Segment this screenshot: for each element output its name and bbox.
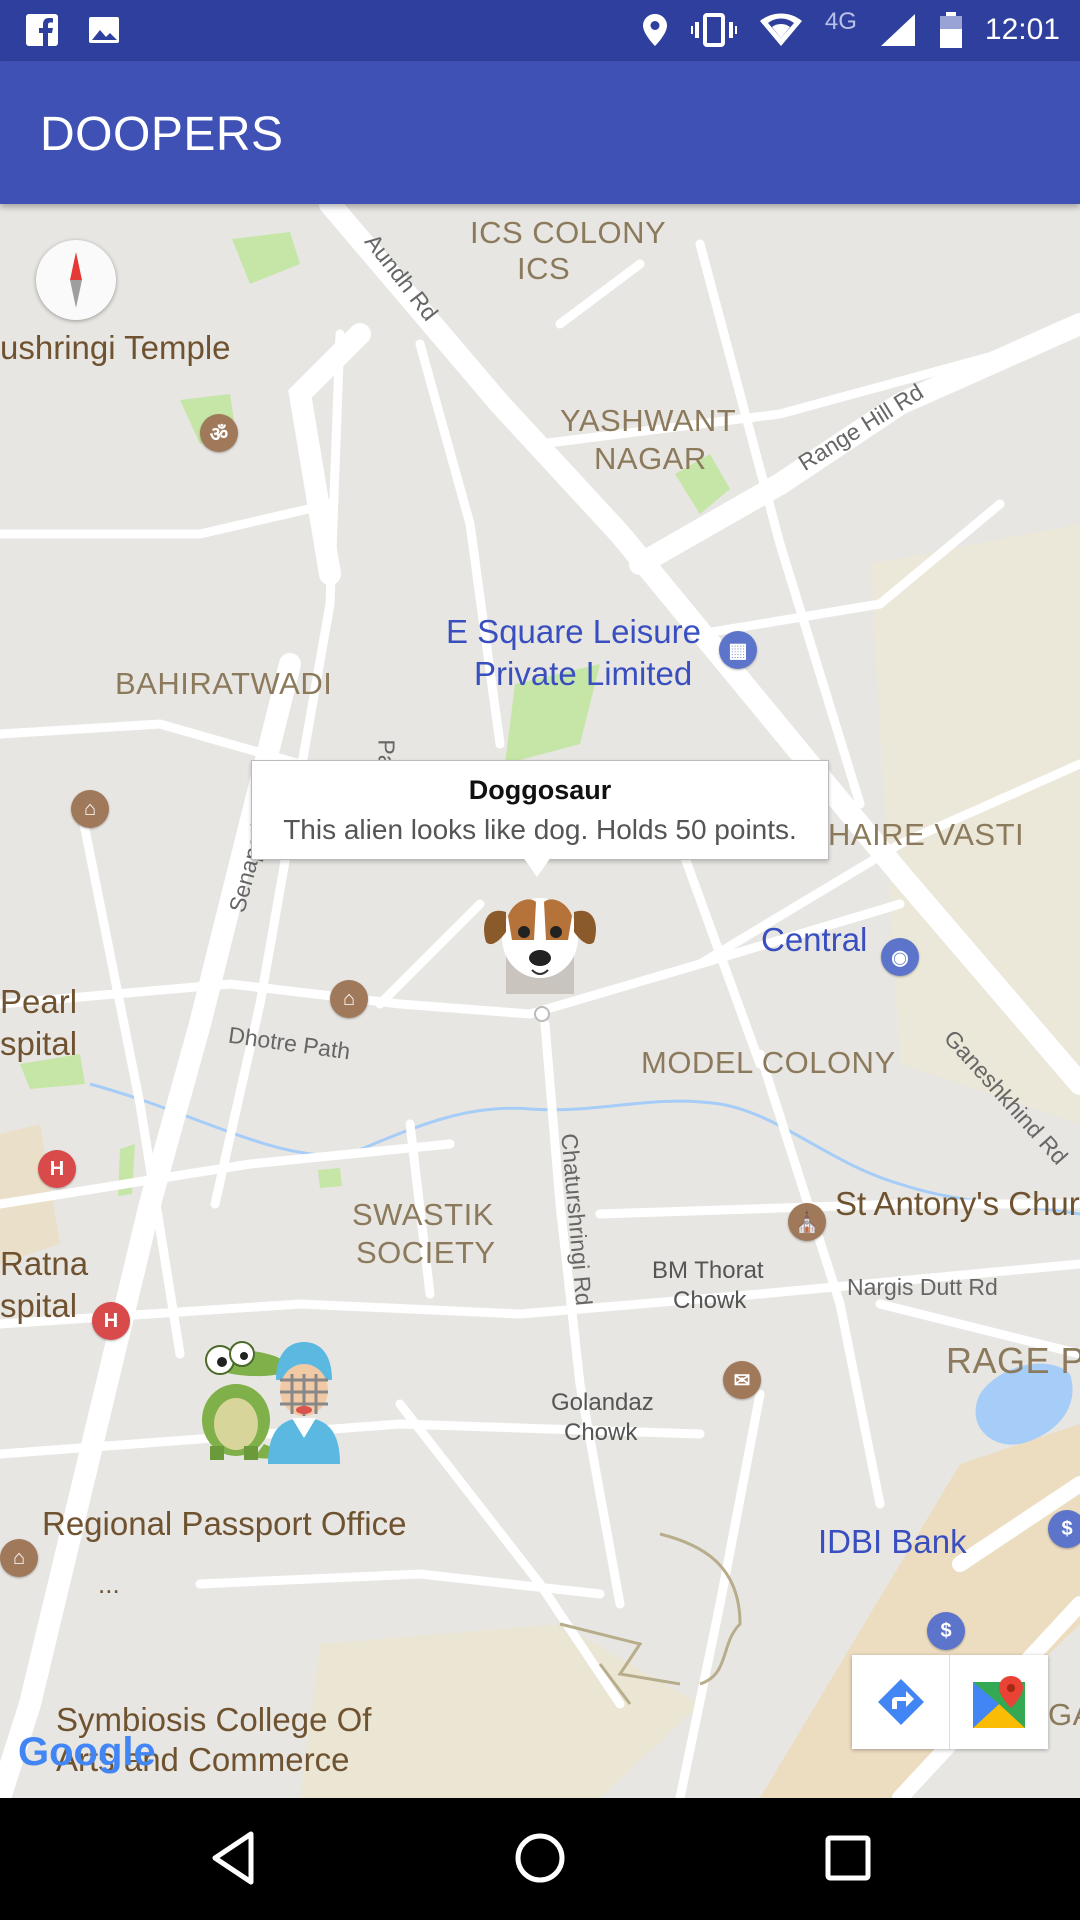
- post-office-icon[interactable]: ✉: [723, 1361, 761, 1399]
- poi-label-ratna[interactable]: Ratna: [0, 1244, 88, 1284]
- compass-button[interactable]: [36, 240, 116, 320]
- app-title: DOOPERS: [40, 108, 284, 161]
- back-button[interactable]: [203, 1828, 263, 1888]
- area-label-rage: RAGE P: [946, 1340, 1080, 1381]
- wifi-icon: [759, 13, 802, 46]
- poi-label-idbi-bank[interactable]: IDBI Bank: [818, 1522, 967, 1562]
- vibrate-icon: [690, 13, 737, 47]
- poi-label-pearl-hospital[interactable]: spital: [0, 1024, 77, 1064]
- google-maps-icon: [972, 1676, 1025, 1728]
- poi-label-bm-thorat-chowk: Chowk: [673, 1287, 747, 1314]
- area-label-model-colony: MODEL COLONY: [641, 1045, 896, 1080]
- poi-label-ellipsis: ...: [98, 1569, 120, 1599]
- temple-icon[interactable]: ॐ: [200, 414, 238, 452]
- poi-label-esquare-line2[interactable]: Private Limited: [474, 654, 692, 694]
- marker-info-window[interactable]: Doggosaur This alien looks like dog. Hol…: [251, 760, 829, 860]
- signal-icon: [880, 14, 915, 46]
- info-window-tail: [523, 857, 551, 877]
- shopping-icon[interactable]: ◉: [881, 938, 919, 976]
- area-label-yashwant: YASHWANT: [560, 403, 737, 438]
- poi-label-bm-thorat: BM Thorat: [652, 1257, 764, 1284]
- area-label-nagar: NAGAR: [594, 441, 707, 476]
- museum-icon-3[interactable]: ⌂: [0, 1539, 38, 1577]
- facebook-icon: [26, 14, 58, 46]
- museum-icon-2[interactable]: ⌂: [330, 980, 368, 1018]
- poi-label-temple[interactable]: ushringi Temple: [0, 328, 231, 368]
- area-label-swastik: SWASTIK: [352, 1197, 494, 1232]
- area-label-ga: GA: [1048, 1697, 1080, 1732]
- navigation-bar: [0, 1798, 1080, 1920]
- area-label-bahiratwadi: BAHIRATWADI: [115, 666, 333, 701]
- poi-label-pearl[interactable]: Pearl: [0, 982, 77, 1022]
- museum-icon[interactable]: ⌂: [71, 790, 109, 828]
- area-label-society: SOCIETY: [356, 1235, 496, 1270]
- poi-label-st-antony[interactable]: St Antony's Chur: [835, 1184, 1080, 1224]
- compass-icon: [70, 252, 82, 308]
- poi-label-golandaz: Golandaz: [551, 1389, 654, 1416]
- status-time: 12:01: [984, 13, 1060, 46]
- battery-icon: [939, 12, 962, 48]
- area-label-ics: ICS: [517, 251, 571, 286]
- area-label-haire-vasti: HAIRE VASTI: [828, 817, 1025, 852]
- google-logo: Google: [18, 1730, 156, 1775]
- home-button[interactable]: [510, 1828, 570, 1888]
- info-window-title: Doggosaur: [468, 775, 612, 805]
- map-view[interactable]: ICS COLONY ICS YASHWANT NAGAR BAHIRATWAD…: [0, 204, 1080, 1798]
- poi-label-esquare[interactable]: E Square Leisure: [446, 612, 701, 652]
- area-label-ics-colony: ICS COLONY: [470, 215, 667, 250]
- network-type-label: 4G: [824, 8, 857, 35]
- gallery-icon: [89, 17, 119, 43]
- recents-button[interactable]: [818, 1828, 878, 1888]
- dog-alien-marker[interactable]: [478, 882, 602, 1006]
- map-toolbar: [852, 1655, 1048, 1749]
- open-in-maps-button[interactable]: [950, 1655, 1047, 1749]
- info-window-description: This alien looks like dog. Holds 50 poin…: [283, 814, 797, 845]
- directions-button[interactable]: [852, 1655, 949, 1749]
- poi-label-passport-office[interactable]: Regional Passport Office: [42, 1504, 406, 1544]
- hospital-icon-2[interactable]: H: [92, 1302, 130, 1340]
- atm-icon[interactable]: $: [1048, 1510, 1080, 1548]
- road-label-nargis-dutt-rd: Nargis Dutt Rd: [847, 1274, 998, 1300]
- poi-label-central[interactable]: Central: [761, 920, 867, 960]
- atm-icon-2[interactable]: $: [927, 1612, 965, 1650]
- poi-label-ratna-hospital[interactable]: spital: [0, 1286, 77, 1326]
- cinema-icon[interactable]: ▦: [719, 631, 757, 669]
- poi-label-golandaz-chowk: Chowk: [564, 1419, 638, 1446]
- hospital-icon[interactable]: H: [38, 1150, 76, 1188]
- status-bar: 4G 12:01: [0, 0, 1080, 61]
- player-avatar-marker[interactable]: [262, 1334, 346, 1464]
- location-icon: [642, 14, 667, 46]
- app-bar: DOOPERS: [0, 61, 1080, 204]
- marker-anchor-dot: [534, 1006, 550, 1022]
- directions-icon: [877, 1679, 924, 1725]
- google-logo-text: Google: [18, 1730, 156, 1774]
- church-icon[interactable]: ⛪: [788, 1203, 826, 1241]
